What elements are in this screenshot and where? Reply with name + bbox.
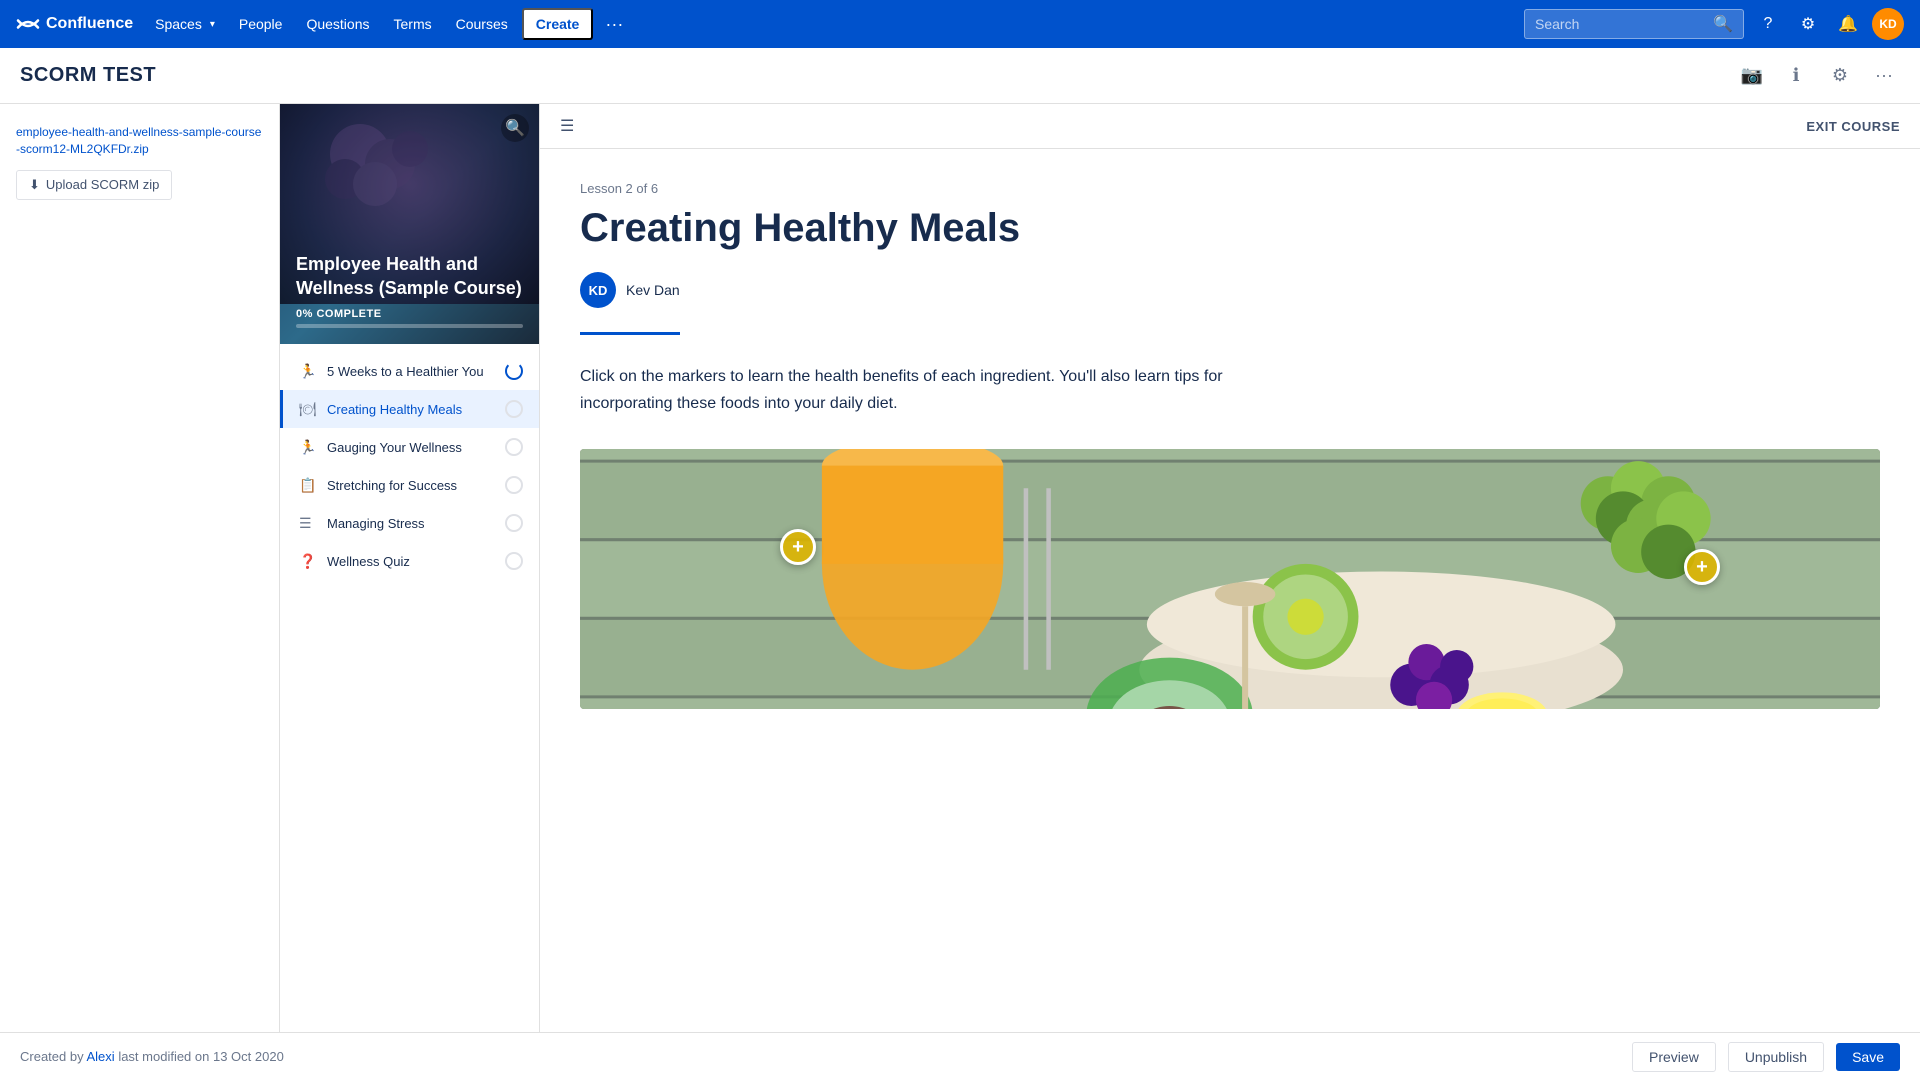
lesson-title: Creating Healthy Meals: [580, 204, 1880, 252]
hamburger-icon[interactable]: ☰: [560, 116, 574, 136]
upload-icon: ⬇: [29, 177, 40, 193]
nav-terms[interactable]: Terms: [384, 10, 442, 38]
author-name: Kev Dan: [626, 282, 680, 298]
search-bar[interactable]: 🔍: [1524, 9, 1744, 39]
nav-more-button[interactable]: ···: [597, 10, 631, 39]
course-menu-item[interactable]: 🍽 Creating Healthy Meals: [280, 390, 539, 428]
preview-button[interactable]: Preview: [1632, 1042, 1716, 1072]
course-menu-item[interactable]: ❓ Wellness Quiz: [280, 542, 539, 580]
lesson-top-bar: ☰ EXIT COURSE: [540, 104, 1920, 149]
progress-label: 0% COMPLETE: [296, 308, 523, 320]
page-header: SCORM TEST 📷 ℹ ⚙ ···: [0, 48, 1920, 104]
upload-scorm-button[interactable]: ⬇ Upload SCORM zip: [16, 170, 172, 200]
save-button[interactable]: Save: [1836, 1043, 1900, 1071]
search-icon: 🔍: [1713, 14, 1733, 34]
bottom-bar-info: Created by Alexi last modified on 13 Oct…: [20, 1049, 284, 1064]
menu-item-icon: 🏃: [299, 363, 317, 380]
main-layout: employee-health-and-wellness-sample-cour…: [0, 104, 1920, 1032]
lesson-description: Click on the markers to learn the health…: [580, 363, 1280, 417]
settings-icon[interactable]: ⚙: [1792, 8, 1824, 40]
confluence-logo[interactable]: Confluence: [16, 12, 133, 36]
lesson-image: + +: [580, 449, 1880, 709]
author-avatar: KD: [580, 272, 616, 308]
menu-item-icon: ☰: [299, 515, 317, 532]
menu-item-status: [505, 476, 523, 494]
nav-spaces[interactable]: Spaces ▾: [145, 10, 225, 38]
nav-courses[interactable]: Courses: [446, 10, 518, 38]
camera-icon[interactable]: 📷: [1736, 60, 1768, 92]
menu-item-icon: 📋: [299, 477, 317, 494]
lesson-body: Lesson 2 of 6 Creating Healthy Meals KD …: [540, 149, 1920, 741]
lesson-image-container: + +: [580, 449, 1880, 709]
menu-item-icon: ❓: [299, 553, 317, 570]
user-avatar[interactable]: KD: [1872, 8, 1904, 40]
course-hero: 🔍 Employee Health and Wellness (Sample C…: [280, 104, 539, 344]
menu-item-text: Stretching for Success: [327, 478, 495, 493]
search-input[interactable]: [1535, 16, 1705, 32]
course-menu-item[interactable]: 🏃 5 Weeks to a Healthier You: [280, 352, 539, 390]
hero-search-icon[interactable]: 🔍: [501, 114, 529, 142]
menu-item-status: [505, 438, 523, 456]
lesson-content: ☰ EXIT COURSE Lesson 2 of 6 Creating Hea…: [540, 104, 1920, 1032]
menu-item-status: [505, 514, 523, 532]
nav-people[interactable]: People: [229, 10, 293, 38]
page-settings-icon[interactable]: ⚙: [1824, 60, 1856, 92]
lesson-label: Lesson 2 of 6: [580, 181, 1880, 196]
marker-plus-icon: +: [792, 536, 804, 559]
progress-bar: [296, 324, 523, 328]
exit-course-button[interactable]: EXIT COURSE: [1806, 119, 1900, 134]
course-menu-item[interactable]: 📋 Stretching for Success: [280, 466, 539, 504]
progress-bar-container: 0% COMPLETE: [296, 308, 523, 328]
menu-item-text: Managing Stress: [327, 516, 495, 531]
menu-item-status: [505, 552, 523, 570]
course-menu-item[interactable]: 🏃 Gauging Your Wellness: [280, 428, 539, 466]
nav-right: 🔍 ? ⚙ 🔔 KD: [1524, 8, 1904, 40]
menu-item-status: [505, 362, 523, 380]
course-menu-item[interactable]: ☰ Managing Stress: [280, 504, 539, 542]
nav-questions[interactable]: Questions: [296, 10, 379, 38]
menu-item-text: 5 Weeks to a Healthier You: [327, 364, 495, 379]
menu-item-icon: 🍽: [299, 401, 317, 418]
bottom-bar: Created by Alexi last modified on 13 Oct…: [0, 1032, 1920, 1080]
left-sidebar: employee-health-and-wellness-sample-cour…: [0, 104, 280, 1032]
menu-item-status: [505, 400, 523, 418]
top-nav: Confluence Spaces ▾ People Questions Ter…: [0, 0, 1920, 48]
course-hero-title: Employee Health and Wellness (Sample Cou…: [296, 253, 523, 300]
page-title: SCORM TEST: [20, 64, 156, 87]
author-link[interactable]: Alexi: [87, 1049, 115, 1064]
menu-item-text: Gauging Your Wellness: [327, 440, 495, 455]
more-options-icon[interactable]: ···: [1868, 60, 1900, 92]
file-link[interactable]: employee-health-and-wellness-sample-cour…: [16, 124, 263, 158]
create-button[interactable]: Create: [522, 8, 594, 40]
lesson-divider: [580, 332, 680, 335]
course-menu: 🏃 5 Weeks to a Healthier You 🍽 Creating …: [280, 344, 539, 588]
page-header-actions: 📷 ℹ ⚙ ···: [1736, 60, 1900, 92]
help-icon[interactable]: ?: [1752, 8, 1784, 40]
marker-plus-icon: +: [1696, 556, 1708, 579]
info-icon[interactable]: ℹ: [1780, 60, 1812, 92]
unpublish-button[interactable]: Unpublish: [1728, 1042, 1824, 1072]
notifications-icon[interactable]: 🔔: [1832, 8, 1864, 40]
menu-item-text: Creating Healthy Meals: [327, 402, 495, 417]
course-sidebar: 🔍 Employee Health and Wellness (Sample C…: [280, 104, 540, 1032]
menu-item-text: Wellness Quiz: [327, 554, 495, 569]
logo-text: Confluence: [46, 15, 133, 33]
content-area: 🔍 Employee Health and Wellness (Sample C…: [280, 104, 1920, 1032]
menu-item-icon: 🏃: [299, 439, 317, 456]
lesson-author: KD Kev Dan: [580, 272, 1880, 308]
spaces-chevron: ▾: [210, 19, 215, 30]
